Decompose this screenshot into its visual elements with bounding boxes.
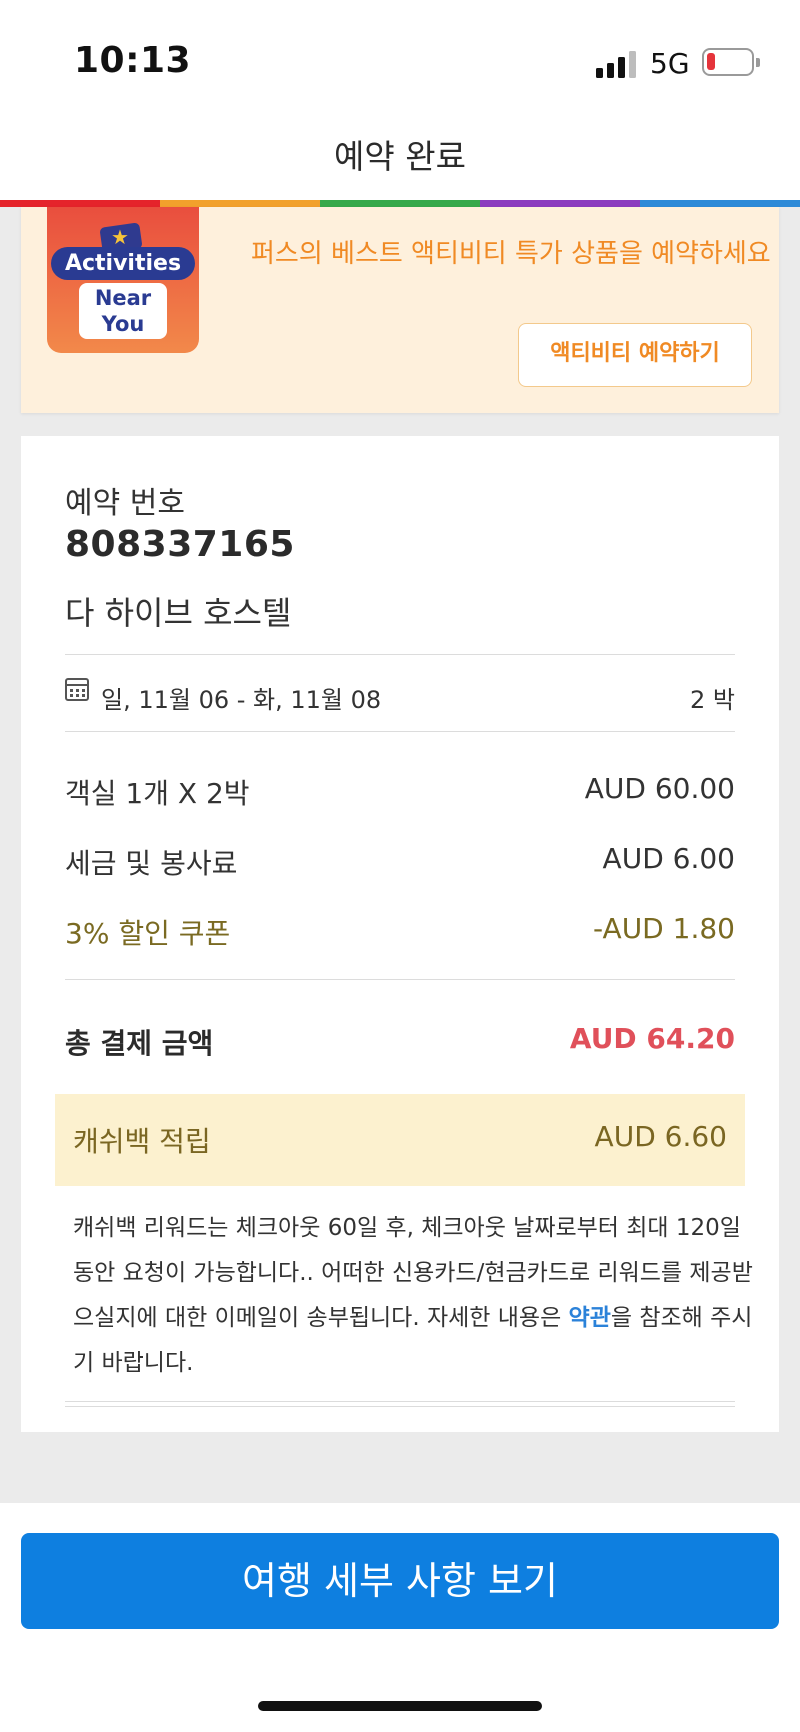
rainbow-divider (0, 200, 800, 207)
battery-icon (702, 48, 760, 76)
tax-price: AUD 6.00 (602, 842, 735, 875)
cashback-box: 캐쉬백 적립 AUD 6.60 (55, 1094, 745, 1186)
logo-text-near: Near (94, 286, 152, 310)
divider (65, 731, 735, 732)
logo-text-near-you: Near You (79, 283, 167, 339)
status-bar: 10:13 5G (0, 0, 800, 112)
divider (65, 654, 735, 655)
status-time: 10:13 (74, 40, 192, 81)
view-trip-details-button[interactable]: 여행 세부 사항 보기 (21, 1533, 779, 1629)
rainbow-segment (0, 200, 160, 207)
rainbow-segment (160, 200, 320, 207)
page-title: 예약 완료 (334, 137, 466, 176)
room-price-row: 객실 1개 X 2박 AUD 60.00 (65, 772, 735, 812)
coupon-label: 3% 할인 쿠폰 (65, 917, 231, 950)
cashback-label: 캐쉬백 적립 (73, 1125, 211, 1158)
logo-text-you: You (101, 312, 145, 336)
room-price: AUD 60.00 (584, 772, 735, 805)
promo-message: 퍼스의 베스트 액티비티 특가 상품을 예약하세요 (251, 239, 771, 269)
coupon-row: 3% 할인 쿠폰 -AUD 1.80 (65, 912, 735, 952)
nav-header: 예약 완료 (0, 112, 800, 202)
book-activities-button[interactable]: 액티비티 예약하기 (518, 323, 752, 387)
network-label: 5G (650, 47, 690, 80)
booking-number: 808337165 (65, 524, 295, 565)
booking-summary-card: 예약 번호 808337165 다 하이브 호스텔 일, 11월 06 - 화,… (21, 436, 779, 1432)
cashback-amount: AUD 6.60 (594, 1120, 727, 1153)
room-label: 객실 1개 X 2박 (65, 777, 250, 810)
rainbow-segment (480, 200, 640, 207)
divider (65, 979, 735, 980)
coupon-discount: -AUD 1.80 (593, 912, 735, 945)
star-icon: ★ (111, 225, 129, 249)
total-price: AUD 64.20 (569, 1022, 735, 1055)
tax-row: 세금 및 봉사료 AUD 6.00 (65, 842, 735, 882)
stay-dates: 일, 11월 06 - 화, 11월 08 (101, 686, 382, 714)
activities-promo-card: ★ Activities Near You 퍼스의 베스트 액티비티 특가 상품… (21, 207, 779, 413)
stay-nights: 2 박 (690, 686, 735, 714)
cashback-note: 캐쉬백 리워드는 체크아웃 60일 후, 체크아웃 날짜로부터 최대 120일 … (73, 1206, 753, 1386)
divider (65, 1401, 735, 1402)
home-indicator[interactable] (258, 1701, 542, 1711)
bottom-bar: 여행 세부 사항 보기 (0, 1503, 800, 1732)
activities-near-you-logo: ★ Activities Near You (47, 207, 199, 353)
rainbow-segment (320, 200, 480, 207)
terms-link[interactable]: 약관 (569, 1305, 611, 1331)
total-row: 총 결제 금액 AUD 64.20 (65, 1022, 735, 1062)
rainbow-segment (640, 200, 800, 207)
booking-number-label: 예약 번호 (65, 486, 185, 521)
divider (65, 1406, 735, 1407)
signal-icon (596, 50, 638, 78)
calendar-icon (65, 678, 89, 701)
tax-label: 세금 및 봉사료 (65, 847, 238, 880)
logo-text-activities: Activities (51, 247, 195, 280)
total-label: 총 결제 금액 (65, 1027, 214, 1060)
hotel-name: 다 하이브 호스텔 (65, 594, 292, 632)
